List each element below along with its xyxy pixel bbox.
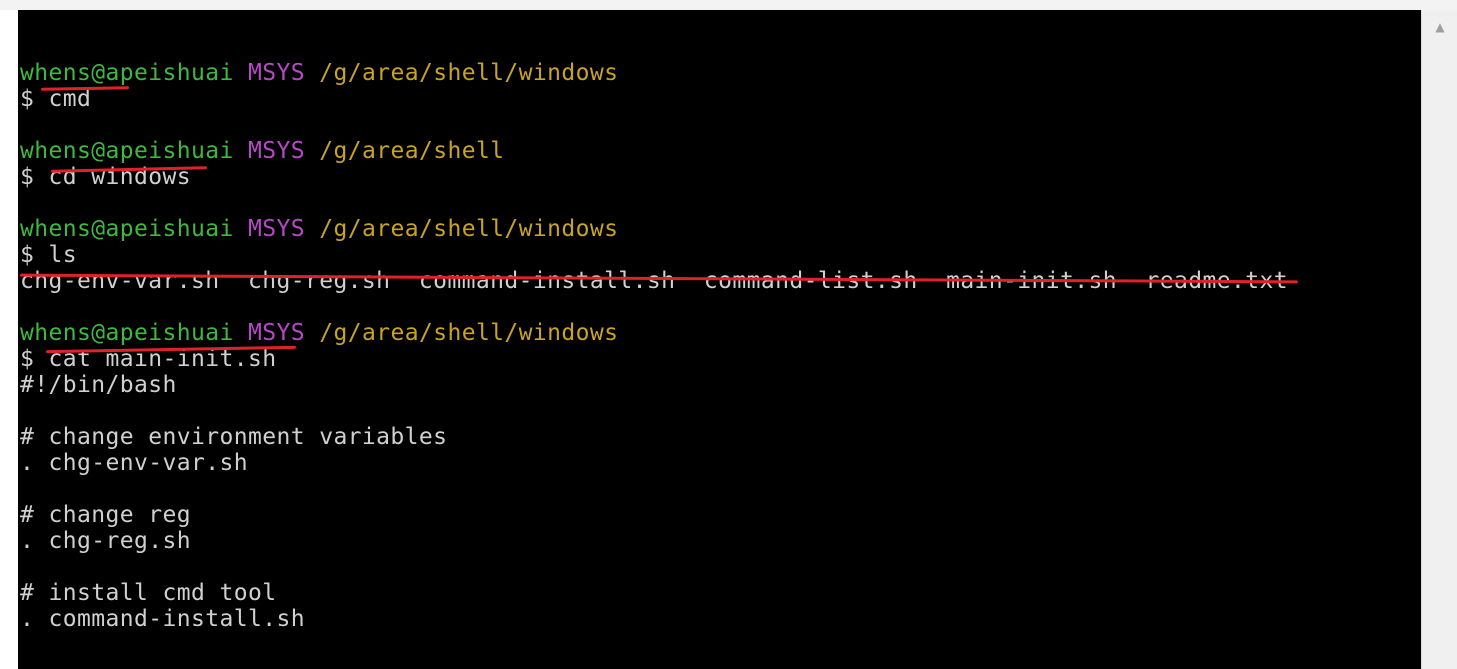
output-line: . command-install.sh [20, 606, 1288, 632]
prompt-system: MSYS [247, 216, 305, 242]
prompt-user: whens@apeishuai [20, 216, 234, 242]
window-left-border [0, 10, 18, 669]
prompt-line: whens@apeishuai MSYS /g/area/shell/windo… [20, 216, 1288, 242]
prompt-user: whens@apeishuai [20, 60, 234, 86]
window-top-border [0, 0, 1457, 10]
output-line: # install cmd tool [20, 580, 1288, 606]
output-line: $ cd windows [20, 164, 1288, 190]
output-text: . chg-env-var.sh [20, 450, 248, 476]
output-text: # change environment variables [20, 424, 448, 450]
prompt-system: MSYS [247, 60, 305, 86]
terminal-lines: whens@apeishuai MSYS /g/area/shell/windo… [20, 34, 1288, 632]
prompt-user: whens@apeishuai [20, 320, 234, 346]
prompt-system: MSYS [247, 138, 305, 164]
output-line: $ ls [20, 242, 1288, 268]
chevron-up-icon[interactable]: ▲ [1422, 10, 1457, 44]
output-line: . chg-env-var.sh [20, 450, 1288, 476]
output-text: . chg-reg.sh [20, 528, 191, 554]
terminal-window: whens@apeishuai MSYS /g/area/shell/windo… [0, 0, 1457, 669]
output-text: # change reg [20, 502, 191, 528]
output-text: # install cmd tool [20, 580, 277, 606]
prompt-line: whens@apeishuai MSYS /g/area/shell/windo… [20, 60, 1288, 86]
scrollbar-track[interactable] [1434, 46, 1445, 666]
prompt-line: whens@apeishuai MSYS /g/area/shell/windo… [20, 320, 1288, 346]
output-line: $ cmd [20, 86, 1288, 112]
prompt-path: /g/area/shell/windows [319, 60, 619, 86]
prompt-system: MSYS [247, 320, 305, 346]
output-line: . chg-reg.sh [20, 528, 1288, 554]
vertical-scrollbar[interactable]: ▲ [1421, 10, 1457, 669]
output-line: # change environment variables [20, 424, 1288, 450]
prompt-user: whens@apeishuai [20, 138, 234, 164]
output-text: #!/bin/bash [20, 372, 177, 398]
output-line: #!/bin/bash [20, 372, 1288, 398]
prompt-path: /g/area/shell/windows [319, 320, 619, 346]
output-text: . command-install.sh [20, 606, 305, 632]
prompt-path: /g/area/shell [319, 138, 505, 164]
prompt-line: whens@apeishuai MSYS /g/area/shell [20, 138, 1288, 164]
prompt-path: /g/area/shell/windows [319, 216, 619, 242]
output-line: # change reg [20, 502, 1288, 528]
terminal-output[interactable]: whens@apeishuai MSYS /g/area/shell/windo… [18, 10, 1421, 669]
output-text: $ ls [20, 242, 77, 268]
